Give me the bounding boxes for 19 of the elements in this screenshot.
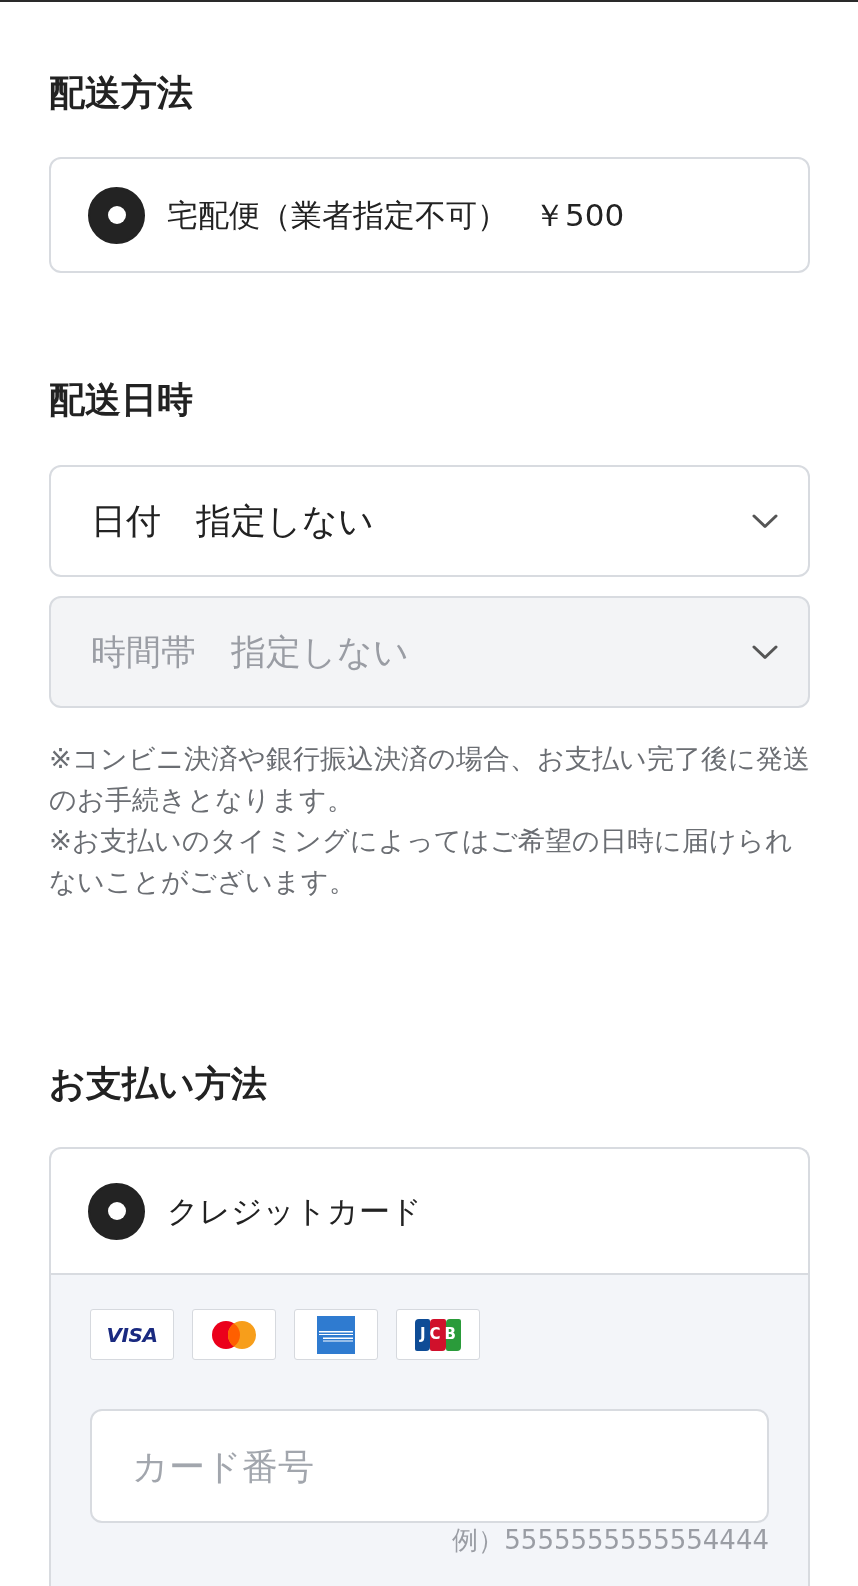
section-heading: 配送日時	[49, 378, 193, 422]
chevron-down-icon	[752, 644, 778, 660]
price-label: ￥500	[534, 196, 625, 235]
mastercard-logo-icon	[212, 1320, 256, 1349]
note-text: ※お支払いのタイミングによってはご希望の日時に届けられないことがございます。	[49, 824, 794, 899]
example-text: 例）5555555555554444	[452, 1524, 769, 1557]
visa-logo: VISA	[106, 1323, 158, 1346]
chevron-down-icon	[752, 513, 778, 529]
section-heading: お支払い方法	[49, 1062, 267, 1106]
shipping-option-label: 宅配便（業者指定不可）	[167, 196, 508, 235]
section-heading: 配送方法	[49, 71, 193, 115]
dropdown-select[interactable]: 日付 指定しない	[49, 465, 810, 577]
amex-logo-icon	[317, 1315, 355, 1354]
radio-button[interactable]	[88, 1182, 145, 1240]
note-text: ※コンビニ決済や銀行振込決済の場合、お支払い完了後に発送のお手続きとなります。	[49, 742, 810, 817]
radio-button[interactable]	[88, 186, 145, 244]
payment-option-label: クレジットカード	[167, 1192, 422, 1231]
shipping-option-card[interactable]: 宅配便（業者指定不可） ￥500	[49, 157, 810, 273]
card-number-field[interactable]: カード番号	[90, 1409, 769, 1523]
